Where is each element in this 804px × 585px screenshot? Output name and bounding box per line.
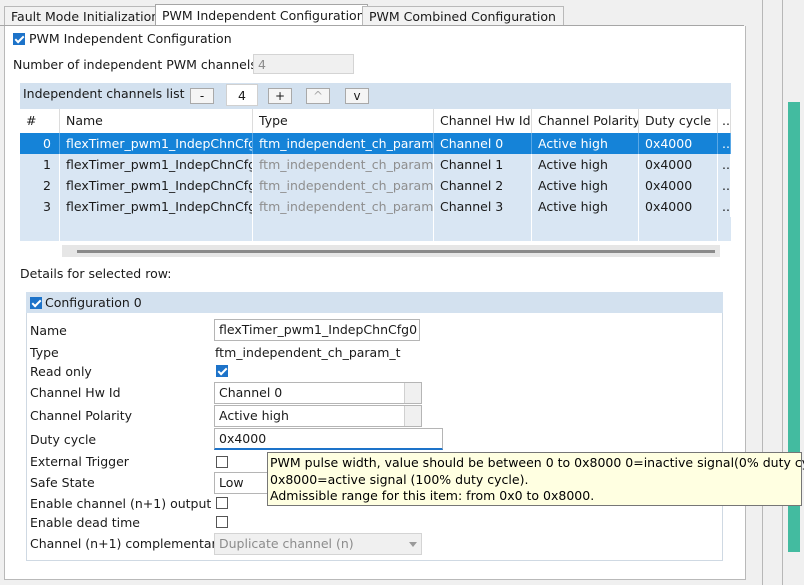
column-header-hwid[interactable]: Channel Hw Id [434, 109, 532, 133]
chevron-down-icon[interactable] [404, 406, 421, 426]
channel-hw-id-label: Channel Hw Id [30, 385, 121, 400]
column-header-name[interactable]: Name [60, 109, 253, 133]
tab-pwm-independent-configuration[interactable]: PWM Independent Configuration [155, 4, 368, 27]
enable-channel-n1-label: Enable channel (n+1) output [30, 496, 212, 511]
configuration-checkbox[interactable] [30, 297, 42, 309]
move-up-button[interactable]: ^ [306, 88, 330, 104]
tab-fault-mode-initialization[interactable]: Fault Mode Initialization [4, 6, 163, 27]
column-header-more[interactable]: .. [718, 109, 731, 133]
configuration-title: Configuration 0 [45, 295, 142, 310]
read-only-label: Read only [30, 364, 92, 379]
details-label: Details for selected row: [20, 266, 172, 281]
read-only-checkbox[interactable] [216, 365, 228, 377]
channel-hw-id-select[interactable]: Channel 0 [214, 382, 422, 404]
num-channels-field: 4 [253, 54, 354, 74]
duty-cycle-input[interactable]: 0x4000 [214, 428, 443, 450]
num-channels-label: Number of independent PWM channels [13, 57, 257, 72]
type-value: ftm_independent_ch_param_t [215, 345, 401, 360]
move-down-button[interactable]: v [345, 88, 369, 104]
safe-state-select[interactable]: Low [214, 472, 272, 494]
channels-list-title: Independent channels list [23, 86, 185, 101]
tab-bar: Fault Mode Initialization PWM Independen… [0, 4, 745, 27]
table-row[interactable]: 1 flexTimer_pwm1_IndepChnCfg1 ftm_indepe… [20, 154, 731, 175]
chevron-down-icon [405, 534, 421, 554]
enable-channel-n1-checkbox[interactable] [216, 497, 228, 509]
table-row-empty [20, 217, 731, 241]
external-trigger-checkbox[interactable] [216, 456, 228, 468]
duty-cycle-label: Duty cycle [30, 432, 97, 447]
duty-cycle-tooltip: PWM pulse width, value should be between… [267, 452, 804, 506]
channel-polarity-label: Channel Polarity [30, 408, 133, 423]
name-label: Name [30, 323, 67, 338]
channel-count: 4 [226, 84, 258, 106]
pwm-independent-checkbox[interactable] [13, 33, 25, 45]
column-header-polarity[interactable]: Channel Polarity [532, 109, 639, 133]
enable-dead-time-checkbox[interactable] [216, 516, 228, 528]
table-row[interactable]: 3 flexTimer_pwm1_IndepChnCfg3 ftm_indepe… [20, 196, 731, 217]
horizontal-scrollbar-thumb[interactable] [77, 250, 715, 253]
remove-channel-button[interactable]: - [190, 88, 214, 104]
channel-polarity-select[interactable]: Active high [214, 405, 422, 427]
external-trigger-label: External Trigger [30, 454, 129, 469]
name-input[interactable]: flexTimer_pwm1_IndepChnCfg0 [214, 319, 420, 341]
enable-dead-time-label: Enable dead time [30, 515, 140, 530]
column-header-type[interactable]: Type [253, 109, 434, 133]
column-header-index[interactable]: # [20, 109, 60, 133]
pwm-independent-label: PWM Independent Configuration [29, 31, 232, 46]
safe-state-label: Safe State [30, 475, 95, 490]
complementary-select: Duplicate channel (n) [214, 533, 422, 555]
table-header: # Name Type Channel Hw Id Channel Polari… [20, 109, 731, 133]
add-channel-button[interactable]: + [268, 88, 292, 104]
type-label: Type [30, 345, 59, 360]
table-row[interactable]: 2 flexTimer_pwm1_IndepChnCfg2 ftm_indepe… [20, 175, 731, 196]
tab-pwm-combined-configuration[interactable]: PWM Combined Configuration [362, 6, 564, 27]
chevron-down-icon[interactable] [404, 383, 421, 403]
complementary-label: Channel (n+1) complementary [30, 536, 225, 551]
table-row[interactable]: 0 flexTimer_pwm1_IndepChnCfg0 ftm_indepe… [20, 133, 731, 154]
column-header-duty[interactable]: Duty cycle [639, 109, 718, 133]
